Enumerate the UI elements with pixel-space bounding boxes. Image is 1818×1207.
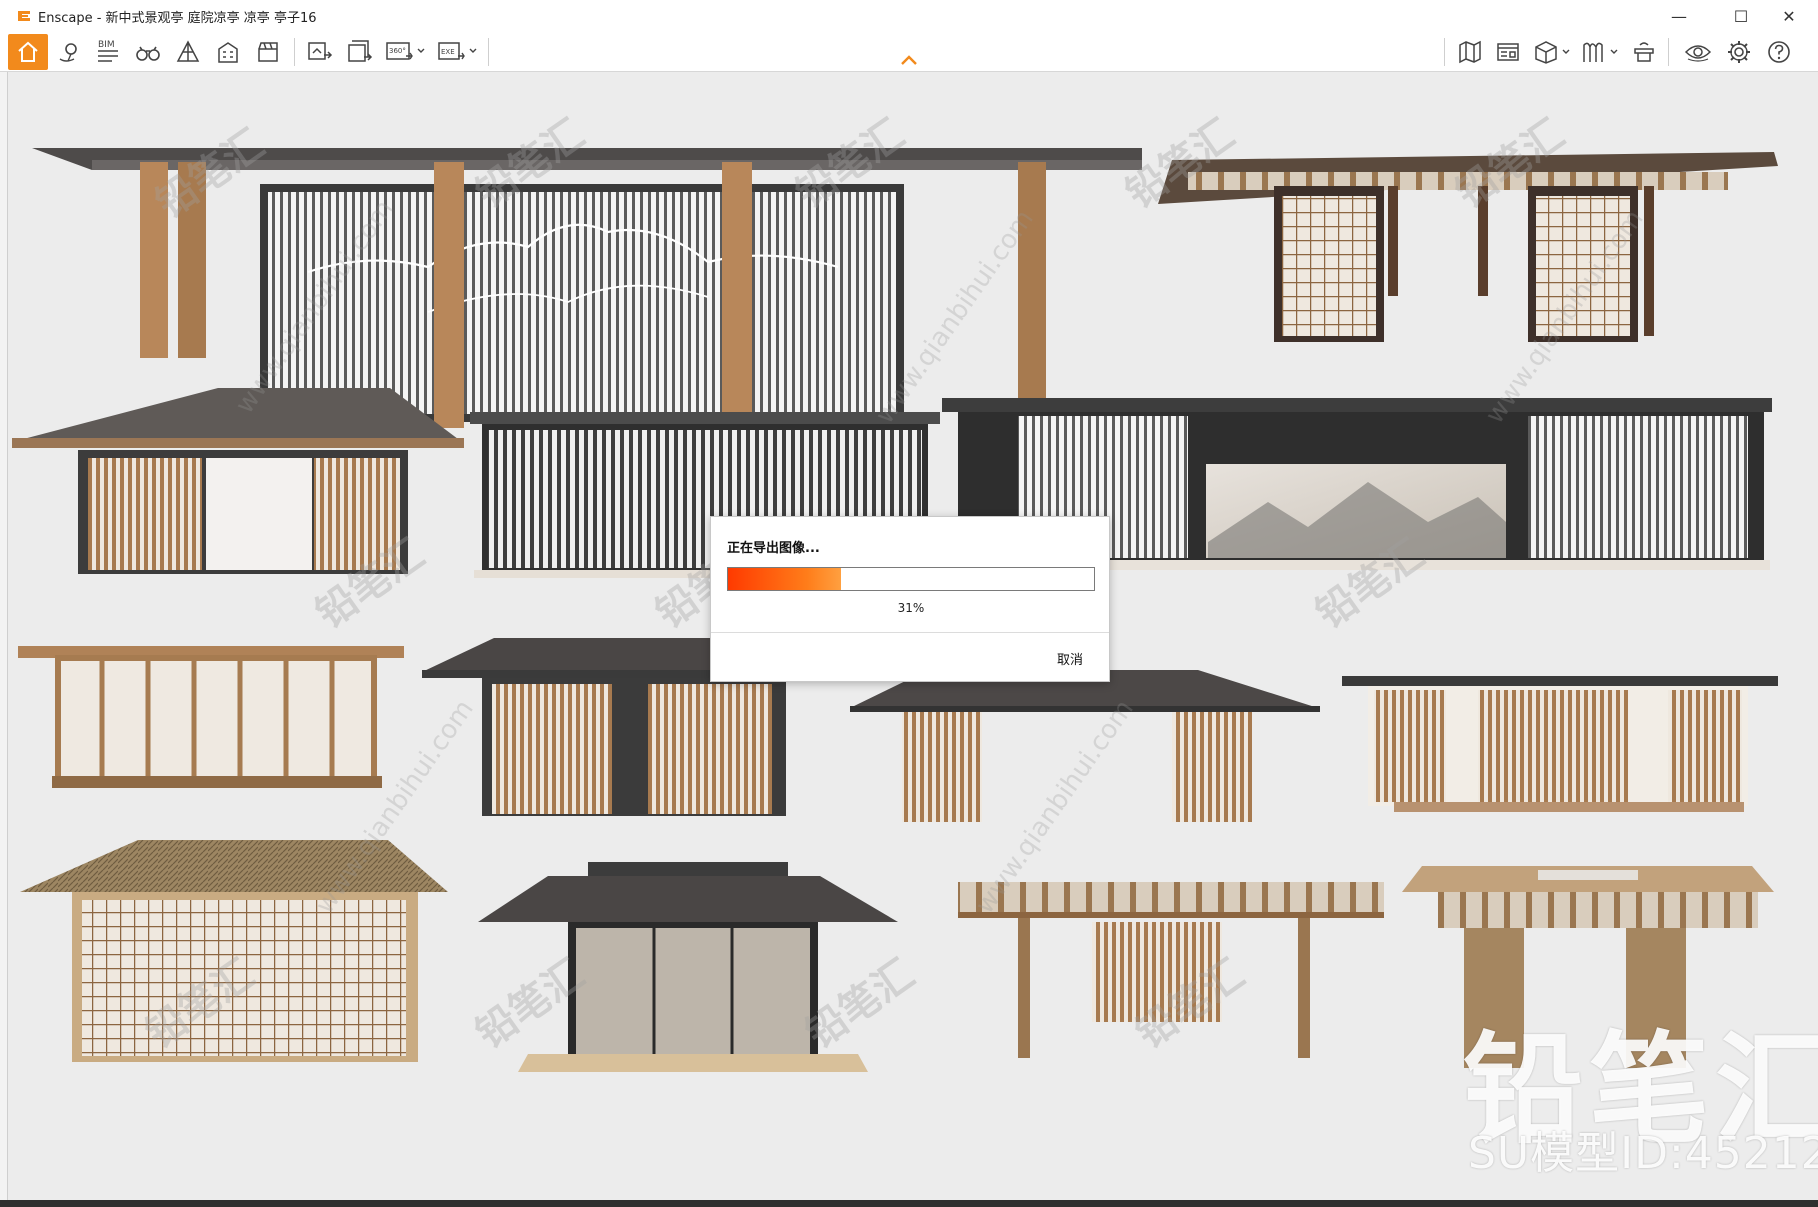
settings-button[interactable] (1720, 34, 1758, 70)
toolbar-separator (1444, 38, 1445, 66)
panorama-icon: 360° (386, 42, 425, 60)
pavilion-framed-slats (1342, 676, 1778, 812)
video-editor-button[interactable] (250, 34, 286, 70)
help-icon (1768, 41, 1790, 63)
close-button[interactable]: ✕ (1766, 0, 1812, 32)
material-button[interactable] (1578, 34, 1624, 70)
perspective-button[interactable] (170, 34, 206, 70)
perspective-icon (176, 40, 200, 62)
watermark-model-id: SU模型ID:452124 (1468, 1128, 1818, 1179)
pavilion-cabinet (478, 862, 898, 1072)
batch-render-button[interactable] (342, 34, 378, 70)
pavilion-steel-frame (1158, 152, 1778, 342)
title-bar: Enscape - 新中式景观亭 庭院凉亭 凉亭 亭子16 — ☐ ✕ (0, 0, 1818, 32)
cube-view-icon (1535, 41, 1570, 64)
window-title: Enscape - 新中式景观亭 庭院凉亭 凉亭 亭子16 (38, 11, 317, 26)
bim-icon: BIM (98, 40, 118, 62)
material-icon (1583, 42, 1618, 62)
enscape-window: Enscape - 新中式景观亭 庭院凉亭 凉亭 亭子16 — ☐ ✕ BIM (0, 0, 1818, 1200)
minimize-button[interactable]: — (1656, 0, 1702, 32)
visual-settings-button[interactable] (1678, 34, 1718, 70)
pavilion-glass-wood (18, 646, 404, 788)
binoculars-button[interactable] (130, 34, 166, 70)
export-progress-fill (728, 568, 842, 590)
pavilion-pergola (958, 882, 1384, 1058)
window-panel-button[interactable] (1490, 34, 1526, 70)
cube-view-button[interactable] (1530, 34, 1576, 70)
settings-icon (1728, 41, 1750, 63)
map-button[interactable] (1452, 34, 1488, 70)
home-icon (18, 41, 38, 62)
exe-export-button[interactable]: EXE (434, 34, 482, 70)
render-image-button[interactable] (302, 34, 338, 70)
panorama-label: 360° (389, 47, 406, 55)
export-progress-bar (727, 567, 1095, 591)
asset-library-button[interactable] (1626, 34, 1662, 70)
location-button[interactable] (52, 34, 86, 70)
maximize-button[interactable]: ☐ (1718, 0, 1764, 32)
main-toolbar: BIM 360° EXE (0, 32, 1818, 72)
bim-label: BIM (98, 40, 115, 50)
collapse-toolbar-caret-icon[interactable] (900, 54, 918, 66)
toolbar-separator (1668, 38, 1669, 66)
screenshot-export-icon (308, 42, 333, 60)
pavilion-hip-roof (12, 388, 464, 574)
export-progress-dialog: 正在导出图像... 31% 取消 (710, 516, 1110, 682)
cancel-button[interactable]: 取消 (1057, 649, 1083, 668)
location-pin-icon (59, 43, 77, 62)
toolbar-separator (294, 38, 295, 66)
enscape-logo-icon (18, 11, 30, 21)
eye-icon (1684, 45, 1712, 62)
building-button[interactable] (210, 34, 246, 70)
exe-label: EXE (441, 48, 455, 56)
left-edge-panel (0, 72, 8, 1200)
asset-library-icon (1634, 42, 1654, 62)
home-button[interactable] (8, 34, 48, 70)
binoculars-icon (136, 46, 160, 61)
dialog-divider (711, 632, 1109, 633)
dialog-title: 正在导出图像... (727, 541, 820, 556)
pavilion-thatched-roof (20, 840, 448, 1062)
desktop-strip (0, 1200, 1818, 1207)
batch-render-icon (348, 40, 373, 62)
exe-export-icon: EXE (438, 42, 477, 60)
map-icon (1459, 40, 1481, 64)
window-panel-icon (1497, 43, 1519, 61)
panorama-button[interactable]: 360° (382, 34, 430, 70)
help-button[interactable] (1760, 34, 1798, 70)
toolbar-separator (488, 38, 489, 66)
clapper-icon (258, 42, 278, 62)
bim-button[interactable]: BIM (90, 34, 126, 70)
progress-percent: 31% (897, 601, 925, 615)
building-icon (218, 42, 238, 63)
